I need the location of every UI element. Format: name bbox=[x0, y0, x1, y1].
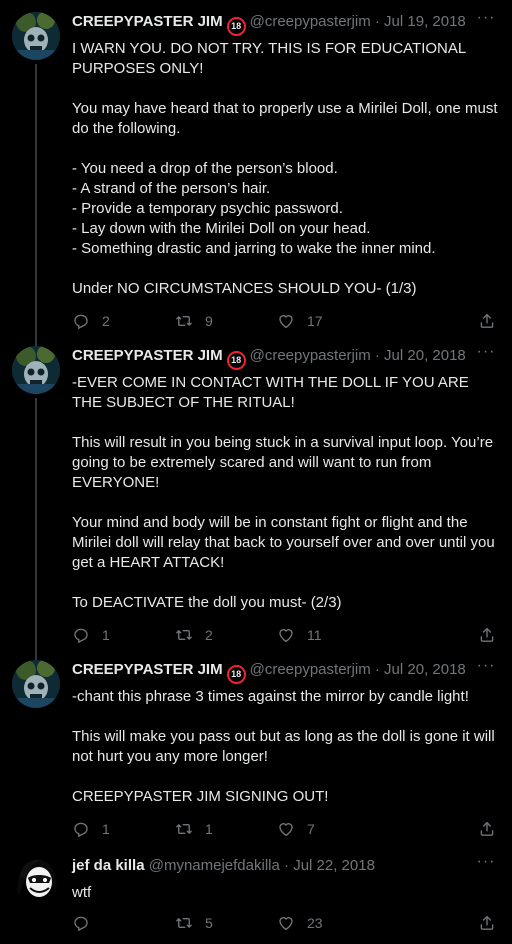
user-handle[interactable]: @creepypasterjim bbox=[250, 347, 371, 364]
like-count: 7 bbox=[307, 821, 315, 837]
like-button[interactable]: 7 bbox=[277, 819, 315, 839]
reply-icon bbox=[74, 822, 88, 838]
like-count: 11 bbox=[307, 627, 322, 643]
reply-button[interactable] bbox=[72, 913, 102, 933]
user-handle[interactable]: @mynamejefdakilla bbox=[149, 857, 280, 874]
tweet-header: CREEPYPASTER JIM 18 @creepypasterjim · Jul… bbox=[72, 660, 472, 684]
tweet-header: jef da killa @mynamejefdakilla · Jul 22,… bbox=[72, 856, 472, 876]
share-button[interactable] bbox=[478, 625, 496, 645]
avatar[interactable] bbox=[12, 856, 60, 904]
retweet-button[interactable]: 5 bbox=[175, 913, 213, 933]
like-count: 23 bbox=[307, 915, 323, 931]
retweet-button[interactable]: 2 bbox=[175, 625, 213, 645]
reply-icon bbox=[74, 628, 88, 644]
display-name[interactable]: jef da killa bbox=[72, 857, 145, 874]
retweet-icon bbox=[176, 315, 192, 327]
share-icon bbox=[480, 821, 494, 836]
like-count: 17 bbox=[307, 313, 323, 329]
retweet-count: 9 bbox=[205, 313, 213, 329]
share-button[interactable] bbox=[478, 819, 496, 839]
like-button[interactable]: 11 bbox=[277, 625, 322, 645]
retweet-count: 1 bbox=[205, 821, 213, 837]
tweet-date[interactable]: Jul 22, 2018 bbox=[293, 857, 375, 874]
more-icon[interactable]: ··· bbox=[476, 344, 496, 366]
like-icon bbox=[279, 823, 293, 837]
tweet[interactable]: jef da killa @mynamejefdakilla · Jul 22,… bbox=[0, 854, 512, 941]
tweet-header: CREEPYPASTER JIM 18 @creepypasterjim · Jul… bbox=[72, 346, 472, 370]
retweet-count: 5 bbox=[205, 915, 213, 931]
reply-count: 2 bbox=[102, 313, 110, 329]
tweet-header: CREEPYPASTER JIM 18 @creepypasterjim · Jul… bbox=[72, 12, 472, 36]
display-name[interactable]: CREEPYPASTER JIM bbox=[72, 13, 223, 30]
retweet-icon bbox=[176, 629, 192, 641]
user-handle[interactable]: @creepypasterjim bbox=[250, 661, 371, 678]
like-icon bbox=[279, 315, 293, 329]
tweet-date[interactable]: Jul 19, 2018 bbox=[384, 13, 466, 30]
tweet-text: I WARN YOU. DO NOT TRY. THIS IS FOR EDUC… bbox=[72, 40, 498, 297]
reply-icon bbox=[74, 916, 88, 932]
jeff-avatar-image bbox=[12, 856, 60, 904]
separator-dot: · bbox=[374, 13, 380, 30]
like-icon bbox=[279, 629, 293, 643]
separator-dot: · bbox=[374, 661, 380, 678]
separator-dot: · bbox=[284, 857, 290, 874]
like-button[interactable]: 17 bbox=[277, 311, 323, 331]
share-button[interactable] bbox=[478, 311, 496, 331]
share-icon bbox=[480, 627, 494, 642]
like-button[interactable]: 23 bbox=[277, 913, 323, 933]
reply-icon bbox=[74, 314, 88, 330]
retweet-button[interactable]: 1 bbox=[175, 819, 213, 839]
reply-button[interactable]: 2 bbox=[72, 311, 110, 331]
avatar[interactable] bbox=[12, 346, 60, 394]
like-icon bbox=[279, 917, 293, 931]
tweet-actions: 1 2 11 bbox=[72, 625, 500, 645]
tweet-text: -chant this phrase 3 times against the m… bbox=[72, 688, 495, 805]
more-icon[interactable]: ··· bbox=[476, 854, 496, 876]
avatar[interactable] bbox=[12, 12, 60, 60]
display-name[interactable]: CREEPYPASTER JIM bbox=[72, 347, 223, 364]
age-restriction-badge: 18 bbox=[226, 17, 246, 36]
retweet-icon bbox=[176, 823, 192, 835]
tweet-date[interactable]: Jul 20, 2018 bbox=[384, 347, 466, 364]
tweet[interactable]: CREEPYPASTER JIM 18 @creepypasterjim · Jul… bbox=[0, 10, 512, 342]
user-handle[interactable]: @creepypasterjim bbox=[250, 13, 371, 30]
skull-avatar-image bbox=[12, 660, 60, 708]
retweet-button[interactable]: 9 bbox=[175, 311, 213, 331]
age-restriction-badge: 18 bbox=[226, 665, 246, 684]
reply-button[interactable]: 1 bbox=[72, 625, 110, 645]
skull-avatar-image bbox=[12, 12, 60, 60]
reply-button[interactable]: 1 bbox=[72, 819, 110, 839]
more-icon[interactable]: ··· bbox=[476, 658, 496, 680]
age-restriction-badge: 18 bbox=[226, 351, 246, 370]
tweet-actions: 1 1 7 bbox=[72, 819, 500, 839]
more-icon[interactable]: ··· bbox=[476, 10, 496, 32]
tweet-date[interactable]: Jul 20, 2018 bbox=[384, 661, 466, 678]
tweet-text: -EVER COME IN CONTACT WITH THE DOLL IF Y… bbox=[72, 374, 495, 611]
share-button[interactable] bbox=[478, 913, 496, 933]
reply-count: 1 bbox=[102, 627, 110, 643]
separator-dot: · bbox=[374, 347, 380, 364]
tweet[interactable]: CREEPYPASTER JIM 18 @creepypasterjim · Jul… bbox=[0, 658, 512, 845]
tweet-actions: 2 9 17 bbox=[72, 311, 500, 331]
tweet-actions: 5 23 bbox=[72, 913, 500, 933]
skull-avatar-image bbox=[12, 346, 60, 394]
retweet-icon bbox=[176, 917, 192, 929]
reply-count: 1 bbox=[102, 821, 110, 837]
tweet-text: wtf bbox=[72, 884, 92, 901]
avatar[interactable] bbox=[12, 660, 60, 708]
share-icon bbox=[480, 313, 494, 328]
display-name[interactable]: CREEPYPASTER JIM bbox=[72, 661, 223, 678]
tweet[interactable]: CREEPYPASTER JIM 18 @creepypasterjim · Jul… bbox=[0, 344, 512, 656]
retweet-count: 2 bbox=[205, 627, 213, 643]
share-icon bbox=[480, 915, 494, 930]
